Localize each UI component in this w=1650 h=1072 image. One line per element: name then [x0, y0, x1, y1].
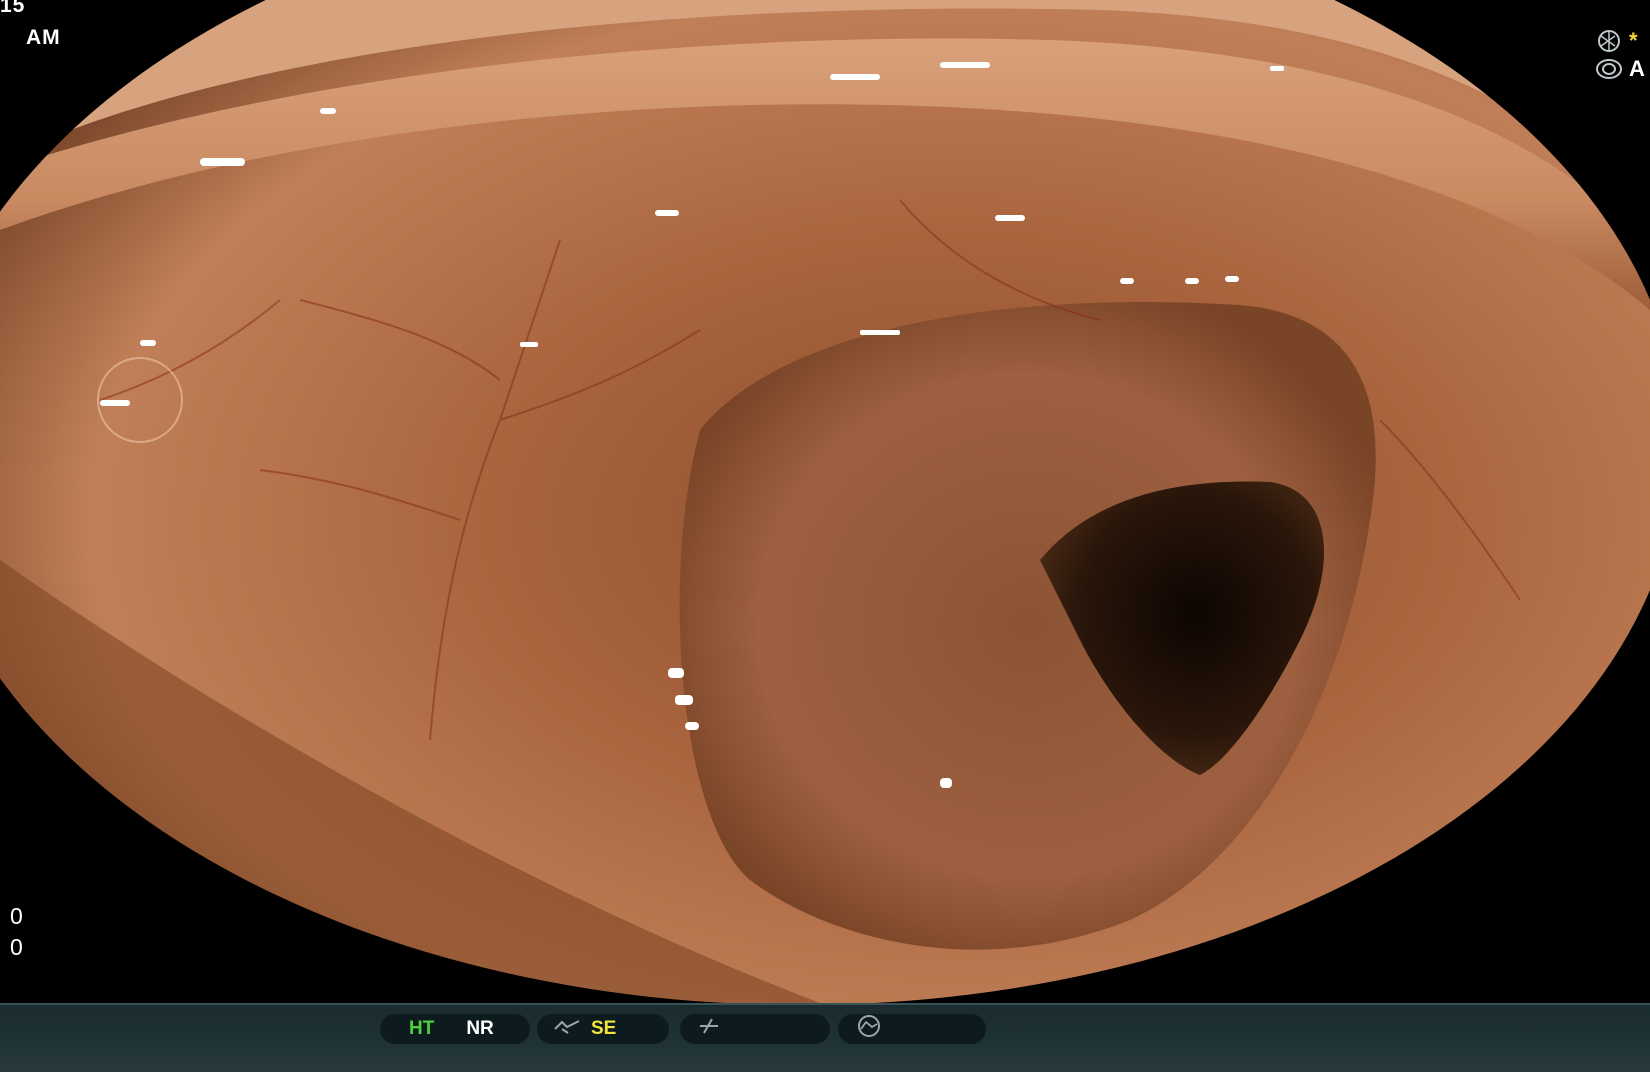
ht-label: HT: [409, 1018, 435, 1039]
iris-mode: A: [1629, 56, 1645, 81]
shutter-indicator: *: [1595, 28, 1638, 54]
record-icon: [854, 1015, 884, 1043]
time-readout: 15: [0, 0, 26, 17]
iris-indicator: A: [1595, 56, 1645, 82]
counter-top: 0: [10, 903, 24, 929]
shutter-icon: [1595, 30, 1623, 52]
processing-mode-pill[interactable]: HT NR: [380, 1014, 530, 1044]
shutter-value: *: [1629, 28, 1638, 53]
structure-enhance-pill[interactable]: SE: [537, 1014, 669, 1044]
am-pm-indicator: AM: [26, 26, 61, 49]
colon-lumen-image: [0, 0, 1650, 1003]
se-label: SE: [591, 1018, 617, 1039]
status-bar: HT NR SE: [0, 1003, 1650, 1072]
freeze-icon: [696, 1016, 722, 1042]
freeze-pill[interactable]: [680, 1014, 830, 1044]
iris-icon: [1595, 58, 1623, 80]
record-pill[interactable]: [838, 1014, 986, 1044]
structure-enhance-icon: [553, 1017, 581, 1041]
counter-bottom: 0: [10, 934, 24, 960]
endoscopy-image-view: [0, 0, 1650, 1003]
nr-label: NR: [466, 1018, 494, 1039]
